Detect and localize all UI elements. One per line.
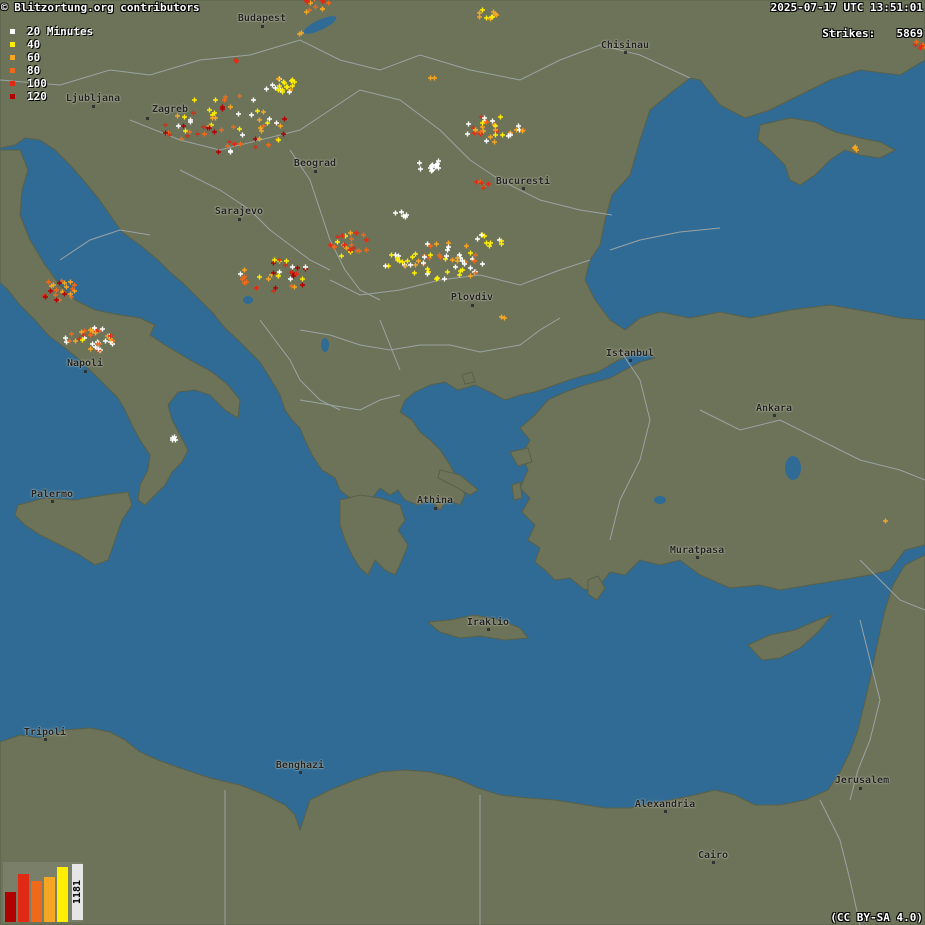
city-label-cairo: Cairo [697, 850, 729, 861]
legend-row: 20 Minutes [4, 25, 93, 38]
credit-text: © Blitzortung.org contributors [1, 1, 200, 14]
legend-row: 60 [4, 51, 40, 64]
city-marker [859, 787, 862, 790]
land-chios [511, 481, 523, 501]
city-label-istanbul: Istanbul [605, 348, 655, 359]
legend-row: 120 [4, 90, 47, 103]
city-marker [434, 507, 437, 510]
city-label-jerusalem: Jerusalem [834, 775, 890, 786]
legend-value: 80 [27, 64, 41, 77]
city-label-plovdiv: Plovdiv [450, 292, 494, 303]
city-label-athina: Athina [416, 495, 454, 506]
legend-row: 100 [4, 77, 47, 90]
histogram-bar [31, 881, 42, 922]
city-label-chisinau: Chisinau [600, 40, 650, 51]
city-label-tripoli: Tripoli [23, 727, 67, 738]
city-label-bucuresti: Bucuresti [495, 176, 551, 187]
histogram-bar [57, 867, 68, 922]
legend-value: 40 [27, 38, 41, 51]
city-label-benghazi: Benghazi [275, 760, 325, 771]
city-marker [146, 117, 149, 120]
city-marker [471, 304, 474, 307]
legend-swatch [10, 68, 15, 73]
legend-value: 20 [27, 25, 41, 38]
lake-skadar [243, 296, 253, 304]
city-marker [261, 25, 264, 28]
legend-swatch [10, 42, 15, 47]
legend-value: 120 [27, 90, 47, 103]
city-label-zagreb: Zagreb [151, 104, 189, 115]
lake-ohrid [321, 338, 329, 352]
legend-swatch [10, 94, 15, 99]
histogram-bar [44, 877, 55, 922]
legend-unit: Minutes [46, 25, 94, 38]
city-label-iraklio: Iraklio [466, 617, 510, 628]
legend-swatch [10, 81, 15, 86]
city-label-ljubljana: Ljubljana [65, 93, 121, 104]
histogram-bar [5, 892, 16, 922]
strike-histogram: 1181 [3, 862, 83, 922]
city-label-palermo: Palermo [30, 489, 74, 500]
city-marker [314, 170, 317, 173]
city-label-ankara: Ankara [755, 403, 793, 414]
city-marker [92, 105, 95, 108]
legend-value: 60 [27, 51, 41, 64]
lake-tuz [785, 456, 801, 480]
license-text: (CC BY-SA 4.0) [830, 911, 923, 924]
legend-swatch [10, 55, 15, 60]
city-label-napoli: Napoli [66, 358, 104, 369]
city-label-beograd: Beograd [293, 158, 337, 169]
map-canvas [0, 0, 925, 925]
histogram-count: 1181 [72, 864, 83, 920]
strikes-counter: Strikes: 5869 [822, 27, 923, 40]
legend-row: 80 [4, 64, 40, 77]
legend-swatch [10, 29, 15, 34]
legend-row: 40 [4, 38, 40, 51]
legend-value: 100 [27, 77, 47, 90]
city-marker [84, 370, 87, 373]
histogram-bar [18, 874, 29, 922]
city-label-sarajevo: Sarajevo [214, 206, 264, 217]
city-label-alexandria: Alexandria [634, 799, 696, 810]
strikes-value: 5869 [896, 27, 924, 40]
city-label-muratpasa: Muratpasa [669, 545, 725, 556]
lake-beysehir [654, 496, 666, 504]
city-label-budapest: Budapest [237, 13, 287, 24]
lightning-map[interactable]: © Blitzortung.org contributors 2025-07-1… [0, 0, 925, 925]
city-marker [238, 218, 241, 221]
timestamp-text: 2025-07-17 UTC 13:51:01 [770, 1, 923, 14]
strikes-label: Strikes: [822, 27, 876, 40]
